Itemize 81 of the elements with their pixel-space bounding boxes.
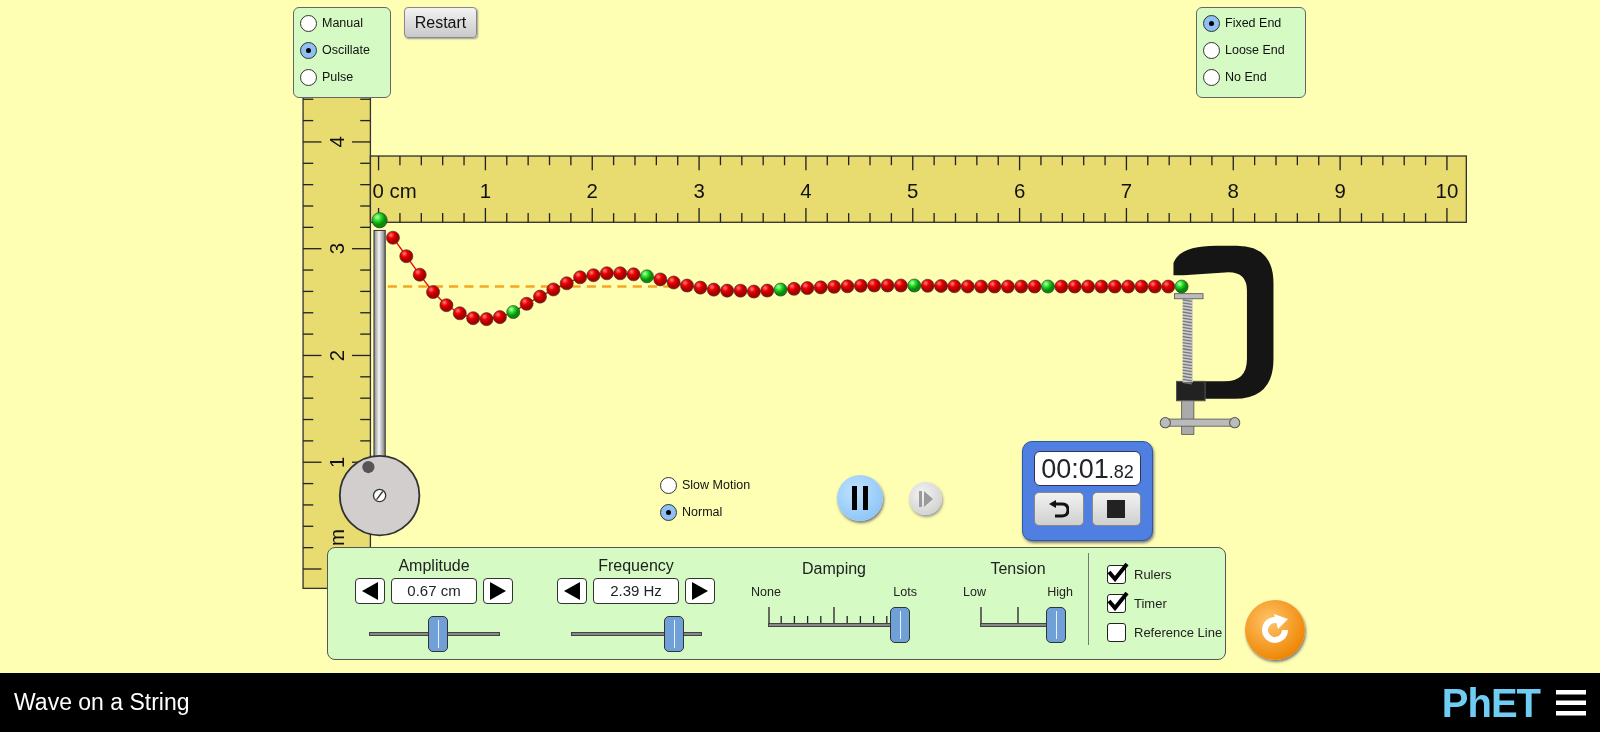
restart-button[interactable]: Restart [404, 7, 477, 38]
value-field[interactable]: 0.67 cm [391, 578, 477, 604]
ruler-label: 2 [586, 179, 598, 202]
ruler-label: 4 [325, 136, 348, 148]
undo-icon [1048, 500, 1069, 518]
min-label: None [751, 584, 781, 601]
ruler-label: 9 [1334, 179, 1346, 202]
left-arrow-icon [362, 582, 378, 600]
ruler-label: 3 [325, 243, 348, 255]
checkbox-label[interactable]: Reference Line [1134, 622, 1223, 643]
ruler-unit-label: m [325, 528, 348, 546]
radio-button[interactable] [300, 42, 317, 59]
ruler-label: 10 [1435, 179, 1459, 202]
max-label: High [1047, 584, 1073, 601]
left-arrow-icon [564, 582, 580, 600]
checkbox-label[interactable]: Timer [1134, 593, 1167, 614]
control-label: Amplitude [398, 556, 470, 574]
stop-icon [1107, 500, 1126, 518]
string-drawing[interactable] [386, 230, 1176, 326]
radio-button[interactable] [300, 69, 317, 86]
slider-thumb[interactable] [664, 616, 684, 652]
right-arrow-icon [490, 582, 506, 600]
time-fraction: .82 [1108, 461, 1134, 484]
horizontal-ruler[interactable] [369, 155, 1467, 223]
ruler-label: 4 [800, 179, 812, 202]
decrease-button[interactable] [355, 578, 385, 604]
ruler-label: 6 [1013, 179, 1026, 202]
max-label: Lots [893, 584, 917, 601]
time-reading: 00:01 [1041, 454, 1109, 484]
right-arrow-icon [692, 582, 708, 600]
radio-button[interactable] [660, 504, 677, 521]
stopwatch-reset-button[interactable] [1034, 492, 1084, 526]
ruler-label: 1 [479, 179, 492, 202]
value-field[interactable]: 2.39 Hz [593, 578, 679, 604]
radio-button[interactable] [1203, 15, 1220, 32]
radio-label[interactable]: No End [1225, 68, 1267, 87]
reset-all-button[interactable] [1245, 600, 1305, 660]
increase-button[interactable] [685, 578, 715, 604]
check-icon [1107, 591, 1129, 611]
menu-icon [1556, 689, 1586, 716]
pause-icon [852, 486, 868, 510]
radio-button[interactable] [660, 477, 677, 494]
radio-label[interactable]: Pulse [322, 68, 354, 87]
radio-label[interactable]: Oscillate [322, 41, 370, 60]
radio-label[interactable]: Loose End [1225, 41, 1285, 60]
checkbox-label[interactable]: Rulers [1134, 564, 1172, 585]
ruler-label: 5 [907, 179, 919, 202]
screw-icon [372, 488, 387, 503]
check-icon [1107, 562, 1129, 582]
checkbox[interactable] [1107, 594, 1126, 613]
stopwatch-stop-button[interactable] [1091, 492, 1141, 526]
slider-thumb[interactable] [890, 606, 910, 643]
pause-button[interactable] [837, 475, 883, 521]
radio-button[interactable] [1203, 42, 1220, 59]
slider-thumb[interactable] [427, 616, 448, 652]
radio-label[interactable]: Fixed End [1225, 14, 1282, 33]
min-label: Low [963, 584, 986, 601]
reset-icon [1259, 614, 1291, 646]
step-icon [918, 490, 933, 507]
radio-label[interactable]: Manual [322, 14, 363, 33]
ruler-label: 1 [325, 456, 348, 468]
ruler-label: 3 [693, 179, 705, 202]
ruler-label: 0 cm [372, 179, 417, 202]
radio-button[interactable] [1203, 69, 1220, 86]
decrease-button[interactable] [557, 578, 587, 604]
ruler-label: 2 [325, 349, 348, 362]
increase-button[interactable] [483, 578, 513, 604]
control-label: Frequency [598, 556, 674, 574]
radio-label[interactable]: Normal [682, 503, 723, 522]
checkbox[interactable] [1107, 623, 1126, 642]
app-title: Wave on a String [14, 688, 190, 718]
checkbox[interactable] [1107, 565, 1126, 584]
logo[interactable]: PhET [1441, 682, 1540, 723]
control-label: Tension [990, 559, 1046, 577]
stopwatch-panel[interactable]: 00:01.82 [1022, 441, 1153, 541]
ruler-label: 7 [1120, 179, 1133, 202]
slider-thumb[interactable] [1046, 606, 1066, 643]
control-label: Damping [802, 559, 866, 577]
radio-button[interactable] [300, 15, 317, 32]
radio-label[interactable]: Slow Motion [682, 476, 751, 495]
ruler-label: 8 [1227, 179, 1239, 202]
